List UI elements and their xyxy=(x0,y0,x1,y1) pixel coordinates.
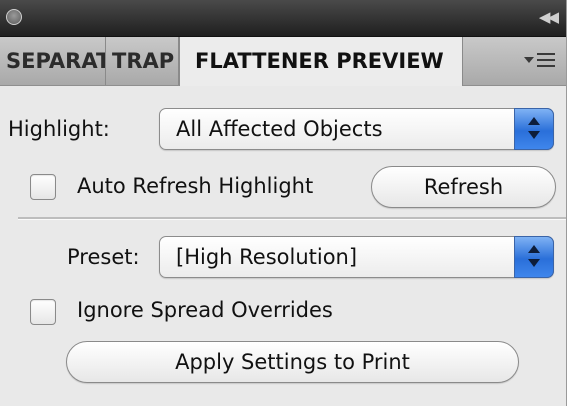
preset-select[interactable]: [High Resolution] xyxy=(159,236,554,278)
ignore-spread-overrides-checkbox[interactable] xyxy=(30,299,56,325)
menu-arrow-icon xyxy=(524,57,534,63)
panel-title-bar[interactable]: ◀◀ xyxy=(0,0,566,37)
chevron-up-icon xyxy=(528,117,540,125)
flattener-preview-panel: ◀◀ SEPARATIONS PREVIEW TRAP PRESETS FLAT… xyxy=(0,0,567,406)
ignore-spread-overrides-label: Ignore Spread Overrides xyxy=(77,298,333,322)
preset-select-stepper[interactable] xyxy=(514,236,554,278)
panel-menu-icon[interactable] xyxy=(524,51,558,71)
tab-label: SEPARATIONS PREVIEW xyxy=(6,49,105,73)
collapse-panel-icon[interactable]: ◀◀ xyxy=(539,8,559,26)
panel-tab-bar: SEPARATIONS PREVIEW TRAP PRESETS FLATTEN… xyxy=(0,37,566,86)
auto-refresh-label: Auto Refresh Highlight xyxy=(77,174,314,198)
close-icon[interactable] xyxy=(6,9,22,25)
chevron-down-icon xyxy=(528,259,540,267)
highlight-select[interactable]: All Affected Objects xyxy=(159,108,554,150)
menu-lines-icon xyxy=(537,53,555,67)
highlight-label: Highlight: xyxy=(8,117,110,141)
refresh-button[interactable]: Refresh xyxy=(371,166,556,208)
tab-flattener-preview[interactable]: FLATTENER PREVIEW xyxy=(179,37,463,86)
section-divider xyxy=(18,217,566,220)
chevron-up-icon xyxy=(528,245,540,253)
preset-select-value: [High Resolution] xyxy=(176,245,358,269)
apply-settings-to-print-button[interactable]: Apply Settings to Print xyxy=(66,341,519,383)
auto-refresh-checkbox[interactable] xyxy=(30,174,56,200)
tab-separations-preview[interactable]: SEPARATIONS PREVIEW xyxy=(0,37,106,85)
chevron-down-icon xyxy=(528,131,540,139)
highlight-select-stepper[interactable] xyxy=(514,108,554,150)
highlight-select-value: All Affected Objects xyxy=(176,117,383,141)
tab-label: TRAP PRESETS xyxy=(112,49,178,73)
tab-label: FLATTENER PREVIEW xyxy=(195,49,444,73)
preset-label: Preset: xyxy=(67,245,140,269)
tab-trap-presets[interactable]: TRAP PRESETS xyxy=(106,37,179,85)
